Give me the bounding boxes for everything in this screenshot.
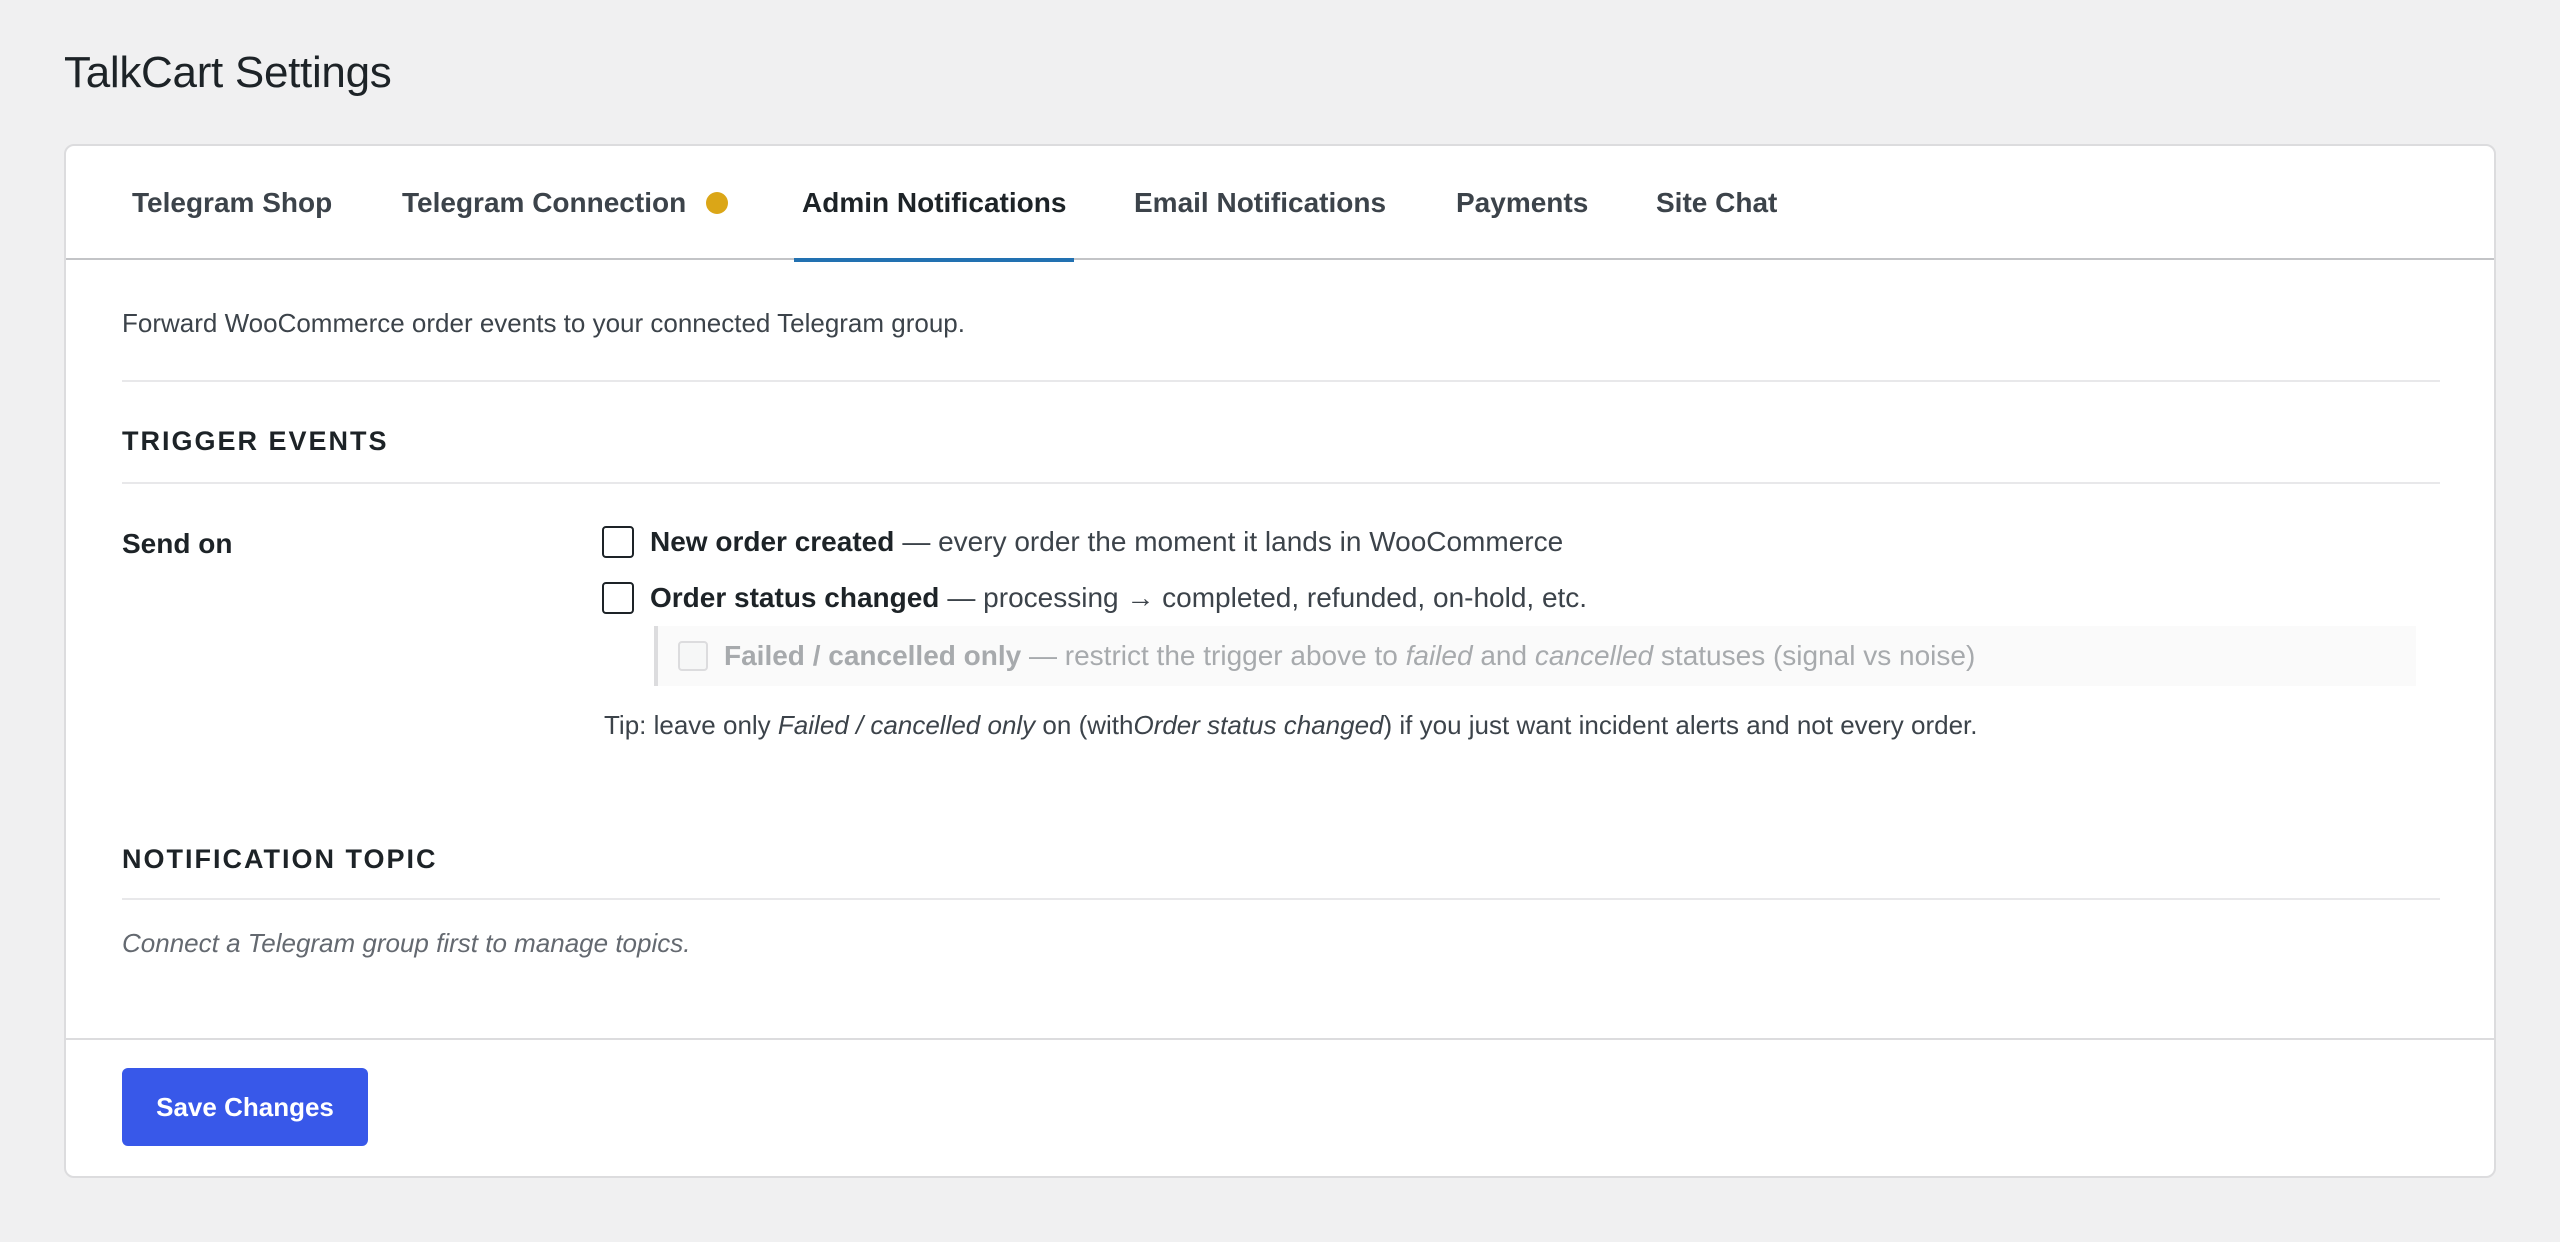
- divider: [122, 482, 2440, 484]
- option-description: — processing → completed, refunded, on-h…: [947, 582, 1588, 613]
- tab-label: Admin Notifications: [802, 187, 1067, 218]
- section-description: Forward WooCommerce order events to your…: [122, 308, 965, 338]
- settings-panel: Telegram Shop Telegram Connection Admin …: [64, 144, 2496, 1178]
- divider: [122, 898, 2440, 900]
- new-order-checkbox[interactable]: [602, 526, 634, 558]
- notification-topic-heading: NOTIFICATION TOPIC: [122, 844, 438, 874]
- tab-telegram-shop[interactable]: Telegram Shop: [132, 146, 332, 260]
- tab-label: Payments: [1456, 187, 1589, 218]
- tip-part: Tip: leave only: [604, 710, 771, 740]
- order-status-checkbox[interactable]: [602, 582, 634, 614]
- tip-part: on (with: [1042, 710, 1134, 740]
- new-order-option[interactable]: New order created — every order the mome…: [602, 526, 1563, 558]
- option-description: — every order the moment it lands in Woo…: [902, 526, 1564, 557]
- settings-page: TalkCart Settings Telegram Shop Telegram…: [0, 0, 2560, 1242]
- tab-payments[interactable]: Payments: [1456, 146, 1588, 260]
- failed-cancelled-checkbox[interactable]: [678, 641, 708, 671]
- tab-label: Telegram Connection: [402, 187, 687, 218]
- option-emphasis: cancelled: [1534, 640, 1654, 671]
- failed-cancelled-option[interactable]: Failed / cancelled only — restrict the t…: [678, 640, 1975, 672]
- tab-bar: Telegram Shop Telegram Connection Admin …: [66, 146, 2494, 262]
- save-changes-button[interactable]: Save Changes: [122, 1068, 368, 1146]
- option-emphasis: failed: [1405, 640, 1473, 671]
- option-description: and: [1480, 640, 1528, 671]
- tip-emphasis: Order status changed: [1133, 710, 1384, 740]
- tab-label: Telegram Shop: [132, 187, 333, 218]
- option-label: New order created: [650, 526, 895, 557]
- option-label: Order status changed: [650, 582, 940, 613]
- order-status-option[interactable]: Order status changed — processing → comp…: [602, 582, 1587, 614]
- option-description: statuses (signal vs noise): [1660, 640, 1976, 671]
- send-on-label: Send on: [122, 528, 233, 559]
- tip-text: Tip: leave only Failed / cancelled only …: [604, 710, 1978, 741]
- trigger-events-heading: TRIGGER EVENTS: [122, 426, 389, 456]
- tab-email-notifications[interactable]: Email Notifications: [1134, 146, 1386, 260]
- option-description: — restrict the trigger above to: [1029, 640, 1398, 671]
- warning-dot-icon: [706, 192, 729, 214]
- tip-emphasis: Failed / cancelled only: [777, 710, 1036, 740]
- tab-site-chat[interactable]: Site Chat: [1656, 146, 1777, 260]
- tab-admin-notifications[interactable]: Admin Notifications: [793, 146, 1075, 262]
- topic-placeholder-text: Connect a Telegram group first to manage…: [122, 928, 691, 958]
- page-title: TalkCart Settings: [64, 48, 392, 97]
- tip-part: ) if you just want incident alerts and n…: [1383, 710, 1978, 740]
- option-label: Failed / cancelled only: [724, 640, 1022, 671]
- panel-footer: Save Changes: [66, 1038, 2494, 1176]
- tab-telegram-connection[interactable]: Telegram Connection: [402, 146, 729, 260]
- tab-label: Email Notifications: [1134, 187, 1387, 218]
- tab-label: Site Chat: [1656, 187, 1778, 218]
- divider: [122, 380, 2440, 382]
